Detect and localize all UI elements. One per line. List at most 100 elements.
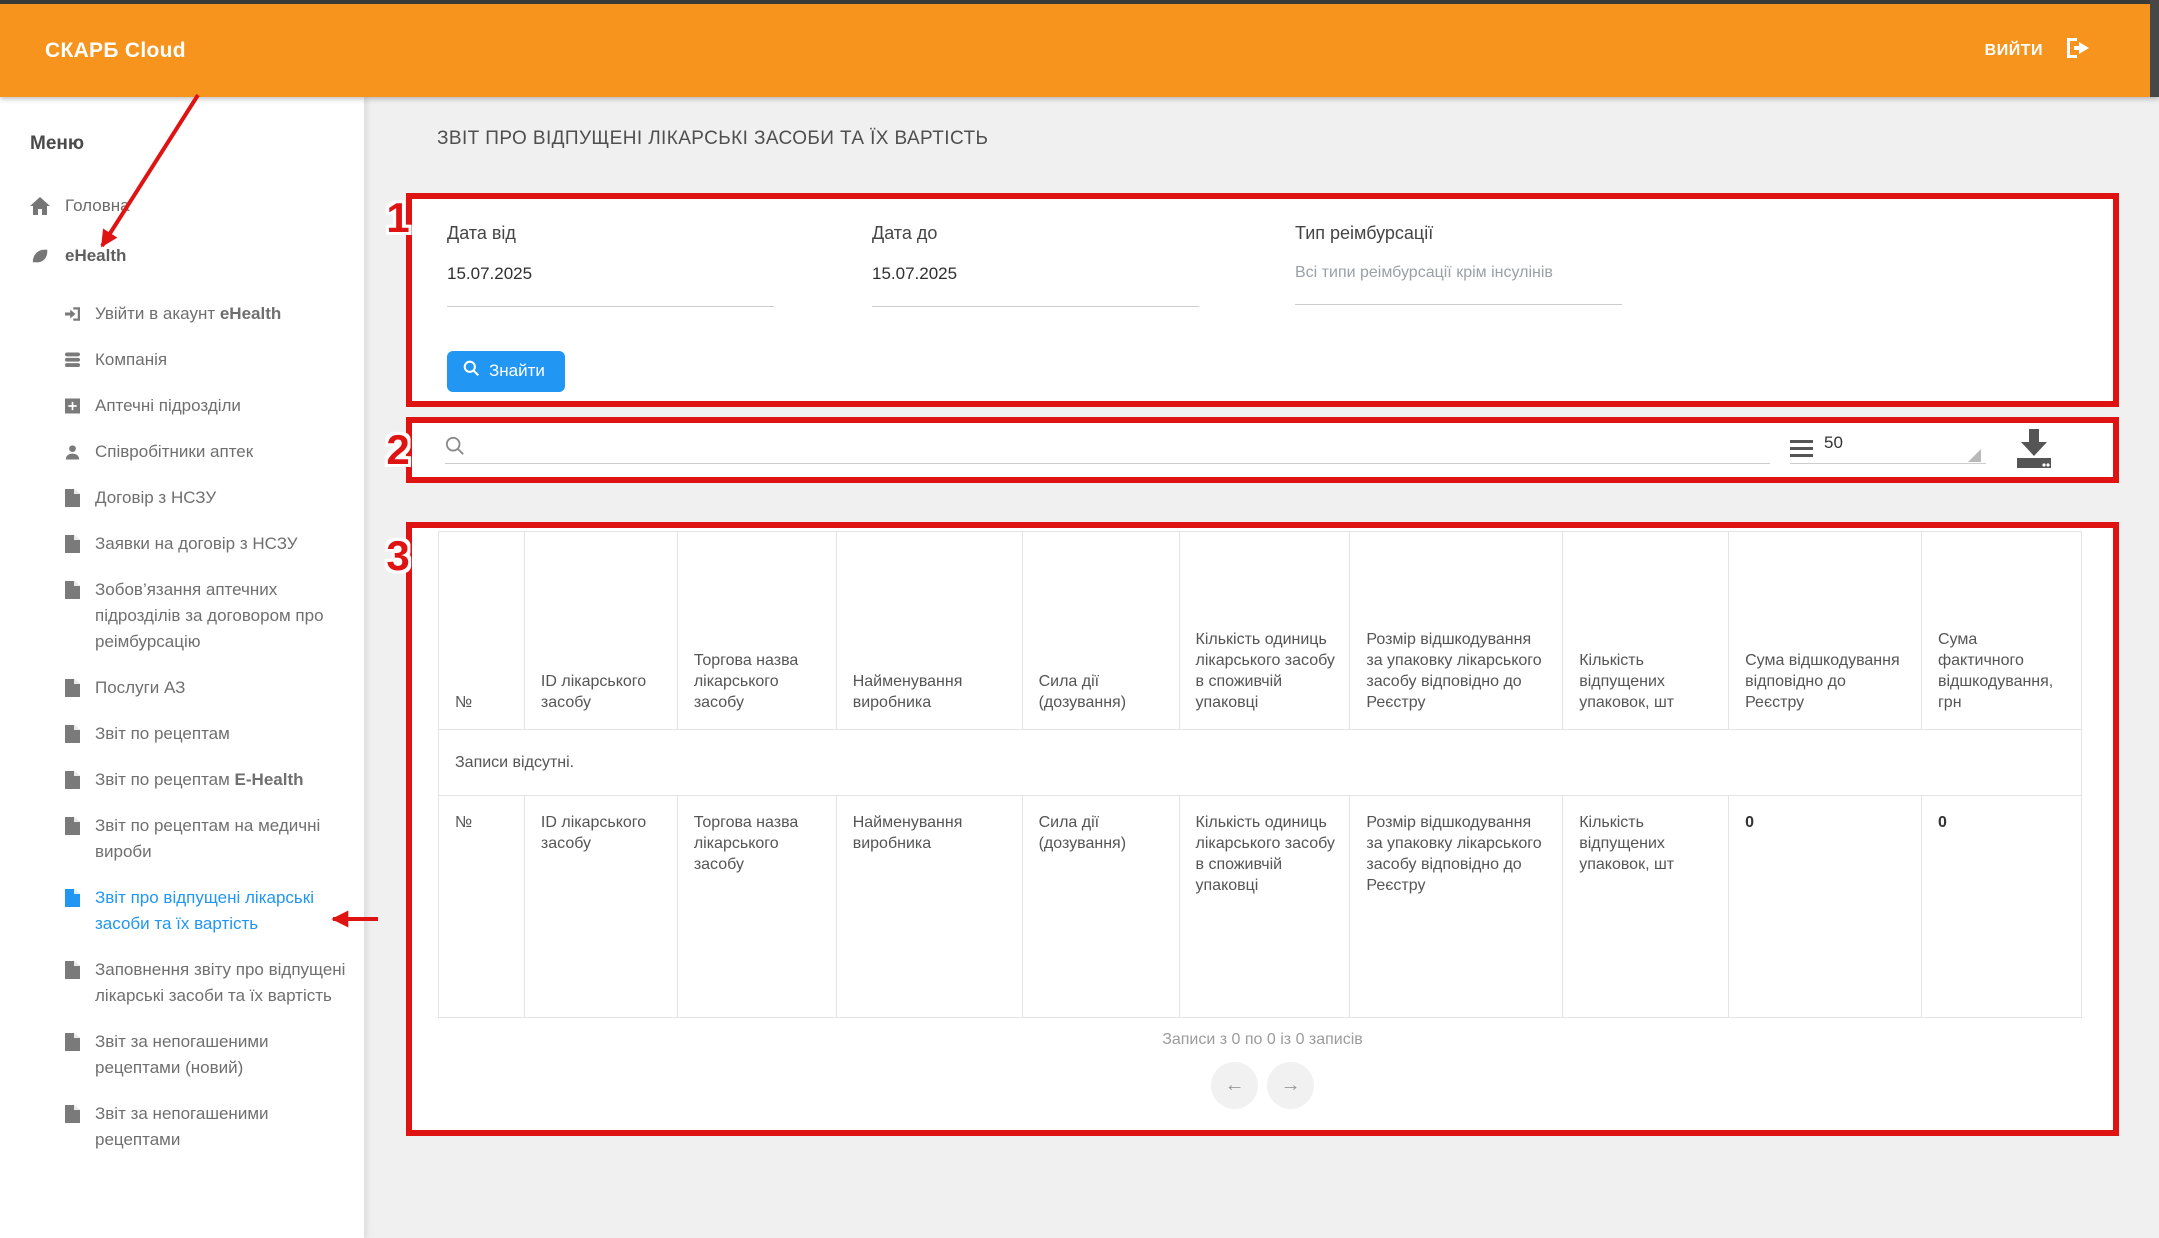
date-from-label: Дата від [447,223,777,244]
leaf-icon [30,247,50,265]
date-to-field: Дата до 15.07.2025 [872,223,1202,307]
sidebar-item-medical-devices-report[interactable]: Звіт по рецептам на медичні вироби [65,803,346,875]
sidebar-item-company[interactable]: Компанія [65,337,346,383]
sign-in-icon [65,305,80,323]
sidebar-item-az-services[interactable]: Послуги АЗ [65,665,346,711]
results-panel: № ID лікарського засобу Торгова назва лі… [406,522,2119,1136]
sidebar-item-reimbursement-obligations[interactable]: Зобов’язання аптечних підрозділів за дог… [65,567,346,665]
page-size-underline [1790,463,1986,464]
resize-corner-icon [1968,449,1981,462]
home-icon [30,197,50,215]
footer-number: № [439,796,525,1018]
sidebar-item-unredeemed-prescriptions[interactable]: Звіт за непогашеними рецептами [65,1091,346,1163]
col-reimbursement-per-pack[interactable]: Розмір відшкодування за упаковку лікарсь… [1350,532,1563,730]
sign-out-icon [2067,36,2093,65]
file-icon [65,817,80,835]
table-info: Записи з 0 по 0 із 0 записів [412,1031,2113,1049]
file-icon [65,581,80,599]
sidebar-item-pharmacy-units[interactable]: Аптечні підрозділи [65,383,346,429]
scrollbar-edge [2150,0,2159,97]
sidebar-item-fill-dispensed-medicines-report[interactable]: Заповнення звіту про відпущені лікарські… [65,947,346,1019]
col-number[interactable]: № [439,532,525,730]
col-packs-dispensed[interactable]: Кількість відпущених упаковок, шт [1563,532,1729,730]
file-icon [65,771,80,789]
col-dosage[interactable]: Сила дії (дозування) [1022,532,1179,730]
page-size-select[interactable]: 50 [1824,433,1843,453]
sidebar-item-nszu-contract[interactable]: Договір з НСЗУ [65,475,346,521]
reimbursement-type-underline [1295,304,1622,305]
footer-dosage: Сила дії (дозування) [1022,796,1179,1018]
col-manufacturer[interactable]: Найменування виробника [836,532,1022,730]
footer-medicine-id: ID лікарського засобу [524,796,677,1018]
reimbursement-type-field: Тип реімбурсації Всі типи реімбурсації к… [1295,223,1655,305]
col-trade-name[interactable]: Торгова назва лікарського засобу [677,532,836,730]
window-top-edge [0,0,2159,4]
footer-packs-dispensed: Кількість відпущених упаковок, шт [1563,796,1729,1018]
footer-reimbursement-sum-total: 0 [1729,796,1922,1018]
date-to-underline [872,306,1199,307]
table-header-row: № ID лікарського засобу Торгова назва лі… [439,532,2082,730]
file-icon [65,1105,80,1123]
table-search-input[interactable] [445,463,1770,464]
list-icon [1790,440,1813,461]
download-icon [2015,428,2053,470]
sidebar-item-pharmacy-staff[interactable]: Співробітники аптек [65,429,346,475]
table-toolbar: 50 [406,417,2119,483]
app-brand: СКАРБ Cloud [45,39,186,63]
file-icon [65,961,80,979]
annotation-step-1: 1 [386,194,409,242]
sidebar-item-home[interactable]: Головна [30,181,346,231]
next-page-button[interactable]: → [1267,1062,1314,1109]
results-table: № ID лікарського засобу Торгова назва лі… [438,531,2082,1018]
date-from-input[interactable]: 15.07.2025 [447,264,777,284]
sidebar: Меню Головна eHealth Увійти в акаунт eHe… [0,97,364,1238]
annotation-step-3: 3 [386,532,409,580]
footer-units-per-pack: Кількість одиниць лікарського засобу в с… [1179,796,1350,1018]
footer-trade-name: Торгова назва лікарського засобу [677,796,836,1018]
filters-panel: Дата від 15.07.2025 Дата до 15.07.2025 Т… [406,193,2119,407]
plus-square-icon [65,397,80,415]
footer-actual-sum-total: 0 [1921,796,2081,1018]
file-icon [65,1033,80,1051]
file-icon [65,535,80,553]
col-actual-sum[interactable]: Сума фактичного відшкодування, грн [1921,532,2081,730]
search-button[interactable]: Знайти [447,351,565,392]
sidebar-item-unredeemed-prescriptions-new[interactable]: Звіт за непогашеними рецептами (новий) [65,1019,346,1091]
file-icon [65,679,80,697]
sidebar-item-prescription-report-ehealth[interactable]: Звіт по рецептам E-Health [65,757,346,803]
date-to-label: Дата до [872,223,1202,244]
user-icon [65,443,80,461]
search-icon [463,360,480,382]
reimbursement-type-select[interactable]: Всі типи реімбурсації крім інсулінів [1295,264,1655,282]
arrow-left-icon: ← [1225,1074,1245,1097]
arrow-right-icon: → [1281,1074,1301,1097]
date-to-input[interactable]: 15.07.2025 [872,264,1202,284]
empty-message: Записи відсутні. [439,730,2082,796]
previous-page-button[interactable]: ← [1211,1062,1258,1109]
col-units-per-pack[interactable]: Кількість одиниць лікарського засобу в с… [1179,532,1350,730]
date-from-underline [447,306,774,307]
footer-reimbursement-per-pack: Розмір відшкодування за упаковку лікарсь… [1350,796,1563,1018]
table-empty-row: Записи відсутні. [439,730,2082,796]
logout-label: ВИЙТИ [1985,42,2043,60]
search-icon [445,436,465,461]
sidebar-item-nszu-contract-applications[interactable]: Заявки на договір з НСЗУ [65,521,346,567]
footer-manufacturer: Найменування виробника [836,796,1022,1018]
sidebar-item-ehealth-login[interactable]: Увійти в акаунт eHealth [65,291,346,337]
col-medicine-id[interactable]: ID лікарського засобу [524,532,677,730]
logout-button[interactable]: ВИЙТИ [1985,4,2093,97]
file-icon [65,725,80,743]
sidebar-item-ehealth[interactable]: eHealth [30,231,346,281]
col-reimbursement-sum[interactable]: Сума відшкодування відповідно до Реєстру [1729,532,1922,730]
pagination: ← → [412,1062,2113,1109]
file-icon [65,889,80,907]
app-header: СКАРБ Cloud ВИЙТИ [0,4,2159,97]
sidebar-item-dispensed-medicines-report[interactable]: Звіт про відпущені лікарські засоби та ї… [65,875,346,947]
sidebar-item-prescription-report[interactable]: Звіт по рецептам [65,711,346,757]
database-icon [65,351,80,369]
table-footer-row: № ID лікарського засобу Торгова назва лі… [439,796,2082,1018]
sidebar-menu-title: Меню [30,133,346,155]
download-button[interactable] [2015,428,2053,475]
file-icon [65,489,80,507]
date-from-field: Дата від 15.07.2025 [447,223,777,307]
